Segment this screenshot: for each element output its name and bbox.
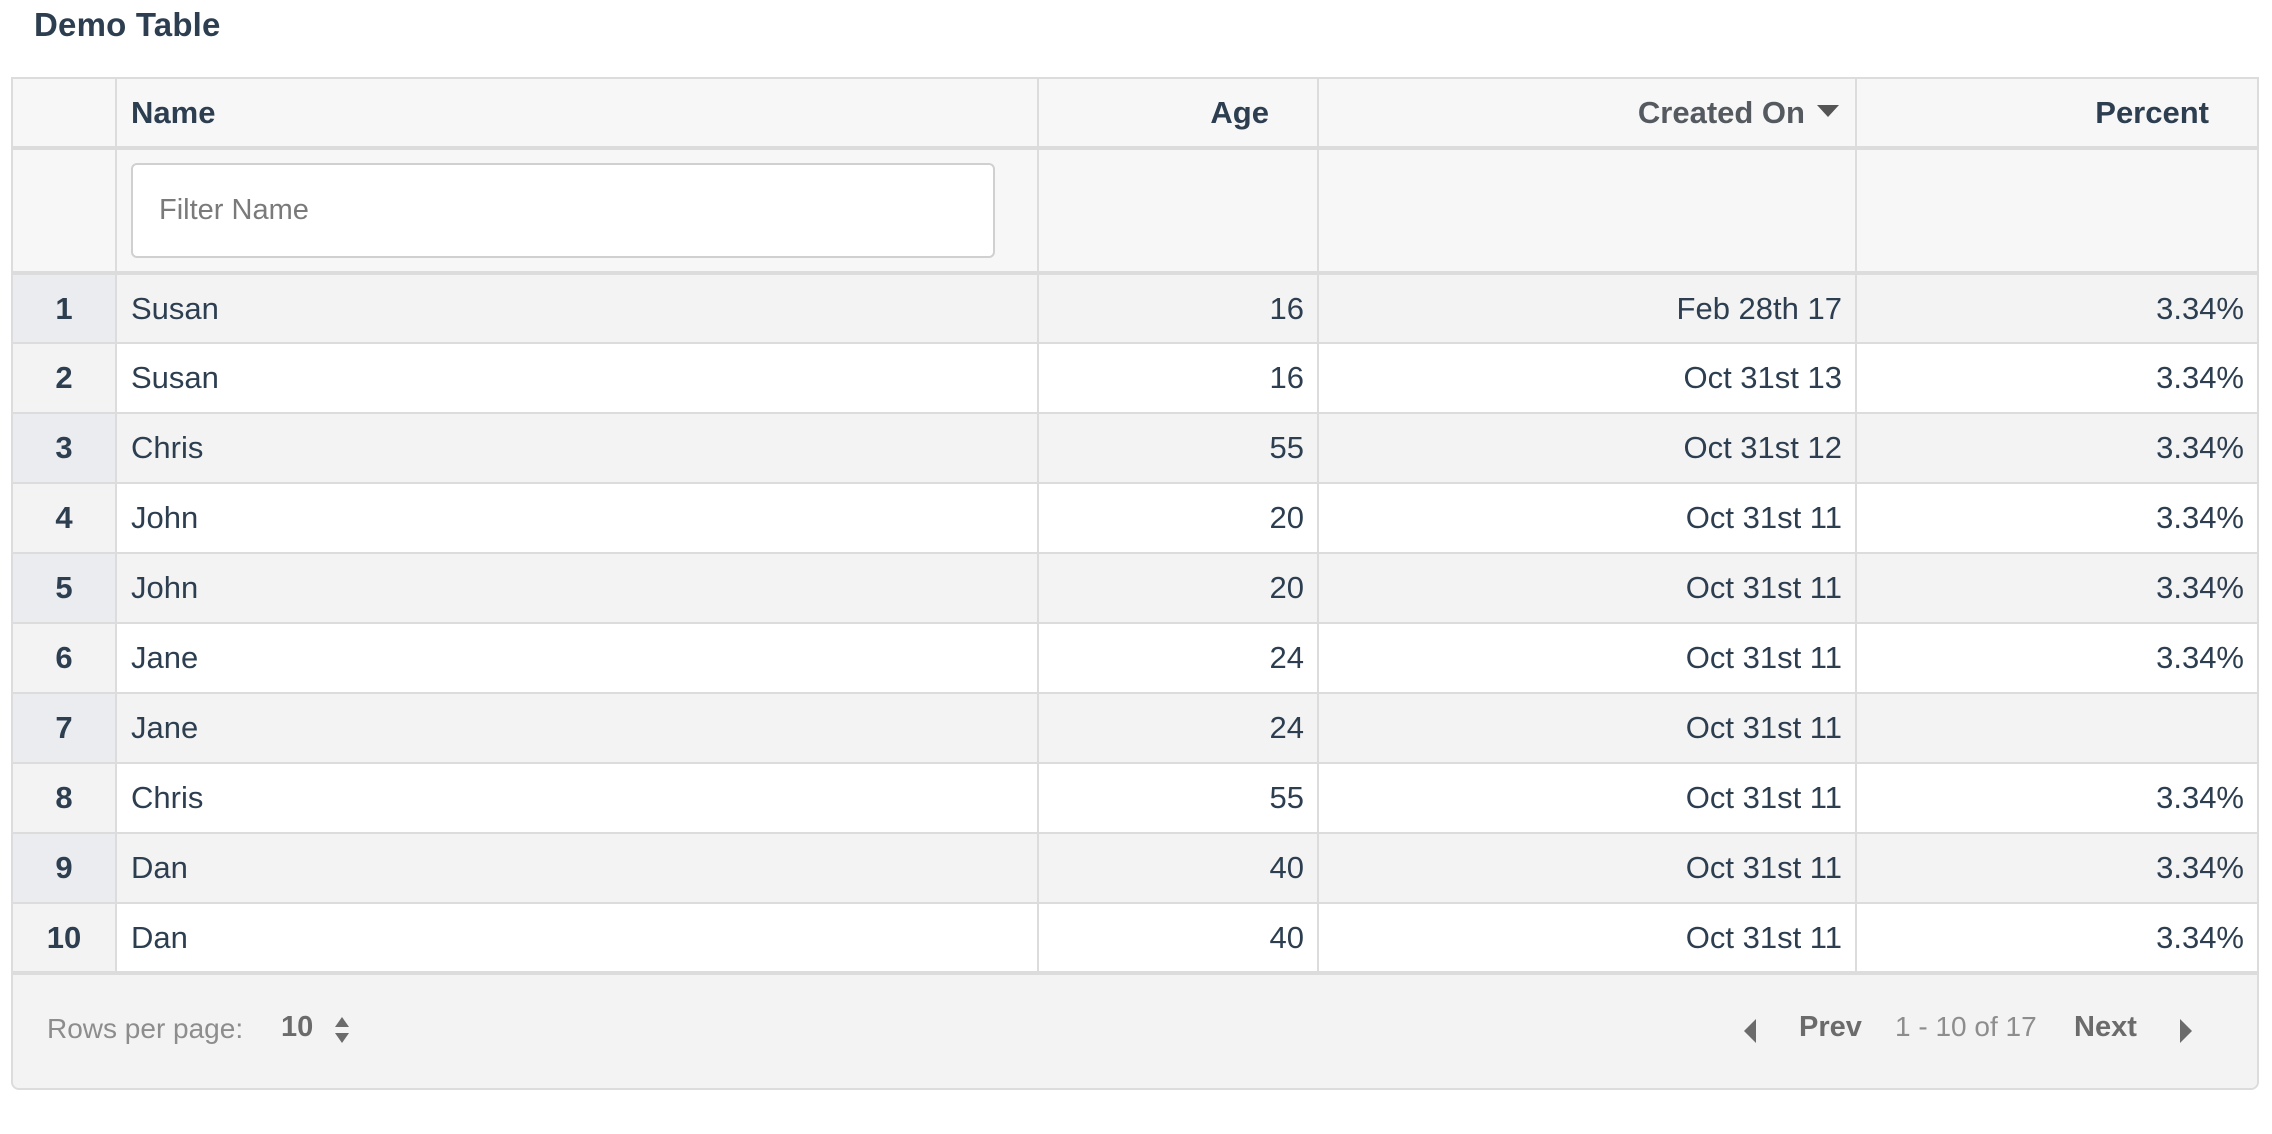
column-header-label: Percent [2095,94,2209,130]
table-row[interactable]: 3 Chris 55 Oct 31st 12 3.34% [13,413,2257,484]
cell-index: 5 [13,553,117,624]
cell-name: Susan [116,273,1039,344]
table-row[interactable]: 8 Chris 55 Oct 31st 11 3.34% [13,763,2257,834]
cell-index: 2 [13,343,117,414]
cell-name: John [116,483,1039,554]
table: Name Age Created On Percent 1Susan16Feb … [13,79,2257,975]
table-row[interactable]: 7 Jane 24 Oct 31st 11 [13,693,2257,764]
caret-right-icon[interactable] [2180,1019,2192,1043]
cell-age: 40 [1038,903,1319,975]
cell-index: 6 [13,623,117,694]
page-title: Demo Table [34,6,221,43]
caret-left-icon[interactable] [1744,1019,1756,1043]
cell-age: 16 [1038,273,1319,344]
page-info: 1 - 10 of 17 [1895,1011,2037,1042]
filter-cell-created-on [1318,148,1857,275]
cell-name: Chris [116,763,1039,834]
header-row: Name Age Created On Percent [13,79,2257,150]
table-body: 1 Susan 16 Feb 28th 17 3.34% 2 Susan 16 Oct 31st… [13,273,2257,975]
column-header-label: Created On [1637,94,1805,130]
cell-index: 1 [13,273,117,344]
table-row[interactable]: 10 Dan 40 Oct 31st 11 3.34% [13,903,2257,975]
filter-cell-name [116,148,1039,275]
cell-name: Jane [116,693,1039,764]
cell-percent: 3.34% [1856,623,2257,694]
filter-cell-percent [1856,148,2257,275]
table-row[interactable]: 2 Susan 16 Oct 31st 13 3.34% [13,343,2257,414]
table-row[interactable]: 5 John 20 Oct 31st 11 3.34% [13,553,2257,624]
cell-index: 7 [13,693,117,764]
table-row[interactable]: 9 Dan 40 Oct 31st 11 3.34% [13,833,2257,904]
cell-age: 24 [1038,693,1319,764]
cell-created-on: Oct 31st 11 [1318,553,1857,624]
cell-percent [1856,693,2257,764]
up-down-spinner-icon[interactable] [335,1017,349,1043]
cell-age: 40 [1038,833,1319,904]
table-row[interactable]: 4 John 20 Oct 31st 11 3.34% [13,483,2257,554]
column-header-created-on[interactable]: Created On [1318,79,1857,150]
cell-created-on: Oct 31st 11 [1318,623,1857,694]
cell-index: 10 [13,903,117,975]
cell-name: John [116,553,1039,624]
cell-index: 9 [13,833,117,904]
filter-row [13,148,2257,275]
cell-name: Jane [116,623,1039,694]
cell-percent: 3.34% [1856,413,2257,484]
sort-descending-icon [1817,105,1839,118]
cell-created-on: Oct 31st 11 [1318,763,1857,834]
table-row[interactable]: 1 Susan 16 Feb 28th 17 3.34% [13,273,2257,344]
rows-per-page-label: Rows per page: [47,1013,244,1044]
cell-age: 24 [1038,623,1319,694]
cell-index: 8 [13,763,117,834]
prev-page-button[interactable]: Prev [1799,1011,1862,1044]
data-table: Name Age Created On Percent 1Susan16Feb … [11,77,2259,1090]
column-header-label: Age [1210,94,1269,130]
cell-created-on: Oct 31st 11 [1318,833,1857,904]
cell-age: 55 [1038,413,1319,484]
cell-name: Dan [116,833,1039,904]
filter-cell-index [13,148,117,275]
cell-created-on: Oct 31st 11 [1318,483,1857,554]
cell-index: 4 [13,483,117,554]
cell-percent: 3.34% [1856,903,2257,975]
table-footer: Rows per page: 10 Prev 1 - 10 of 17 Next [13,975,2257,1088]
cell-age: 20 [1038,553,1319,624]
column-header-label: Name [131,94,216,130]
cell-age: 20 [1038,483,1319,554]
filter-name-input[interactable] [131,163,995,258]
cell-percent: 3.34% [1856,483,2257,554]
cell-index: 3 [13,413,117,484]
column-header-percent[interactable]: Percent [1856,79,2257,150]
cell-percent: 3.34% [1856,343,2257,414]
cell-name: Chris [116,413,1039,484]
cell-created-on: Oct 31st 12 [1318,413,1857,484]
cell-created-on: Oct 31st 11 [1318,903,1857,975]
column-header-age[interactable]: Age [1038,79,1319,150]
cell-name: Dan [116,903,1039,975]
cell-age: 16 [1038,343,1319,414]
cell-percent: 3.34% [1856,273,2257,344]
cell-name: Susan [116,343,1039,414]
cell-percent: 3.34% [1856,553,2257,624]
cell-created-on: Feb 28th 17 [1318,273,1857,344]
next-page-button[interactable]: Next [2074,1011,2137,1044]
cell-percent: 3.34% [1856,763,2257,834]
column-header-index [13,79,117,150]
cell-created-on: Oct 31st 11 [1318,693,1857,764]
cell-percent: 3.34% [1856,833,2257,904]
rows-per-page-select[interactable]: 10 [281,1011,313,1044]
table-row[interactable]: 6 Jane 24 Oct 31st 11 3.34% [13,623,2257,694]
cell-created-on: Oct 31st 13 [1318,343,1857,414]
column-header-name[interactable]: Name [116,79,1039,150]
filter-cell-age [1038,148,1319,275]
cell-age: 55 [1038,763,1319,834]
